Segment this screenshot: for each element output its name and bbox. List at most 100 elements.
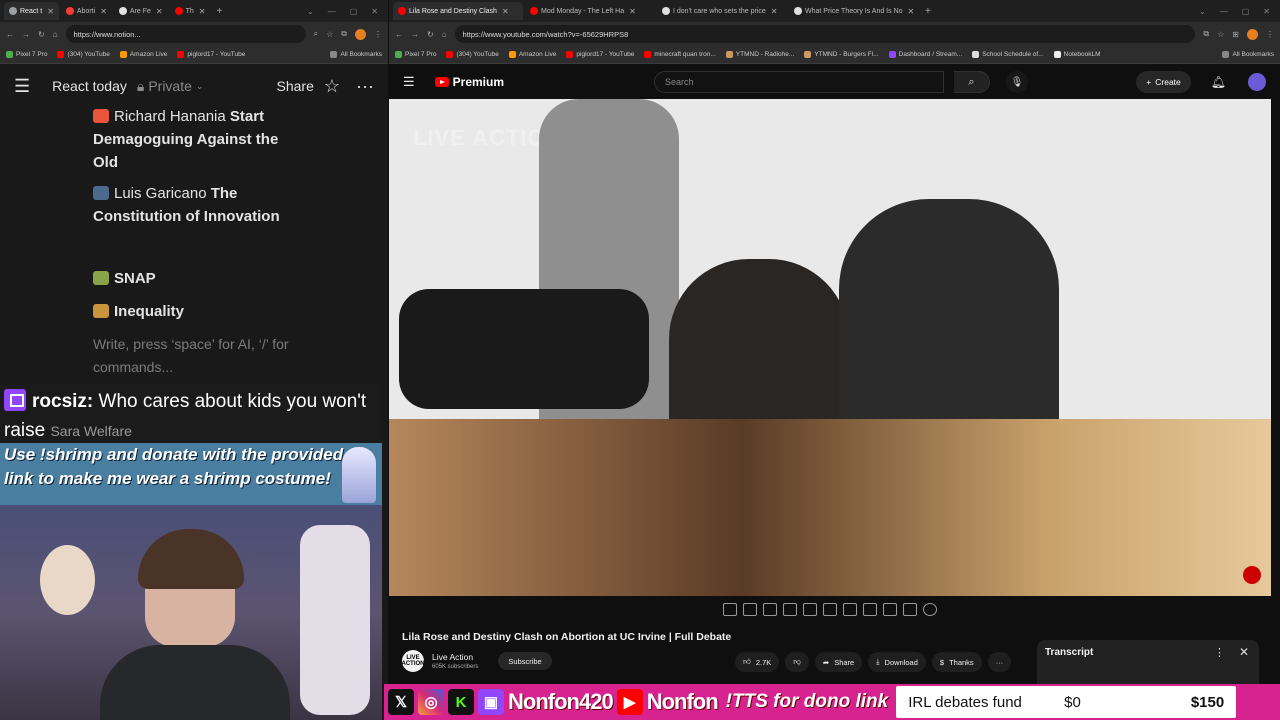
bookmark-item[interactable]: All Bookmarks bbox=[330, 51, 382, 58]
bookmark-item[interactable]: Pixel 7 Pro bbox=[395, 51, 436, 58]
back-icon[interactable]: ← bbox=[6, 30, 14, 39]
close-window-icon[interactable]: ✕ bbox=[1263, 7, 1270, 16]
forward-icon[interactable]: → bbox=[22, 30, 30, 39]
tab-abortion[interactable]: Aborti ✕ bbox=[61, 2, 112, 20]
transcript-menu-icon[interactable]: ⋮ bbox=[1214, 646, 1225, 659]
bookmark-item[interactable]: School Schedule of... bbox=[972, 51, 1044, 58]
download-button[interactable]: ⤓ Download bbox=[868, 652, 926, 672]
bookmark-item[interactable]: (304) YouTube bbox=[57, 51, 110, 58]
tab-mod-monday[interactable]: Mod Monday - The Left Ha ✕ bbox=[525, 2, 655, 20]
notion-placeholder[interactable]: Write, press ‘space’ for AI, ‘/’ for com… bbox=[93, 333, 293, 379]
hamburger-menu-icon[interactable]: ☰ bbox=[14, 76, 30, 97]
channel-name[interactable]: Live Action bbox=[432, 652, 478, 662]
account-avatar[interactable] bbox=[1248, 73, 1266, 91]
close-icon[interactable]: ✕ bbox=[1239, 645, 1249, 659]
share-button[interactable]: Share bbox=[277, 78, 314, 94]
close-icon[interactable]: ✕ bbox=[100, 7, 107, 16]
minimize-icon[interactable]: — bbox=[1220, 7, 1228, 16]
like-button[interactable]: 👍︎ 2.7K bbox=[735, 652, 780, 672]
youtube-logo[interactable]: Premium bbox=[434, 75, 504, 89]
close-icon[interactable]: ✕ bbox=[502, 7, 509, 16]
url-field[interactable]: https://www.notion... bbox=[65, 25, 306, 43]
close-icon[interactable]: ✕ bbox=[629, 7, 636, 16]
search-input[interactable]: Search bbox=[654, 71, 945, 93]
url-field[interactable]: https://www.youtube.com/watch?v=-65629HR… bbox=[454, 25, 1196, 43]
bookmark-star-icon[interactable]: ☆ bbox=[1217, 30, 1224, 39]
camera-icon[interactable] bbox=[903, 603, 917, 616]
pip-icon[interactable] bbox=[803, 603, 817, 616]
cinema-icon[interactable] bbox=[823, 603, 837, 616]
zoom-icon[interactable]: ⌕ bbox=[314, 29, 318, 39]
clip-icon[interactable] bbox=[883, 603, 897, 616]
new-tab-icon[interactable]: + bbox=[212, 6, 226, 17]
install-icon[interactable]: ⧉ bbox=[1203, 29, 1209, 39]
loop-icon[interactable] bbox=[723, 603, 737, 616]
bookmark-item[interactable]: Amazon Live bbox=[508, 51, 556, 58]
menu-icon[interactable]: ⋮ bbox=[1266, 30, 1274, 39]
tab-react-today[interactable]: React t ✕ bbox=[4, 2, 59, 20]
video-player[interactable]: LIVE ACTION bbox=[389, 99, 1271, 596]
page-title[interactable]: React today bbox=[52, 78, 127, 94]
speed-icon[interactable] bbox=[863, 603, 877, 616]
bookmark-item[interactable]: NotebookLM bbox=[1053, 51, 1101, 58]
home-icon[interactable]: ⌂ bbox=[53, 30, 58, 39]
subscribe-button[interactable]: Subscribe bbox=[498, 652, 552, 670]
bookmark-item[interactable]: YTMND - Radiohe... bbox=[725, 51, 794, 58]
profile-icon[interactable] bbox=[1247, 28, 1258, 40]
tab-lila-rose-video[interactable]: Lila Rose and Destiny Clash ✕ bbox=[393, 2, 523, 20]
subscribe-watermark-icon[interactable] bbox=[1243, 566, 1261, 584]
bookmark-item[interactable]: YTMND - Burgers Fl... bbox=[804, 51, 879, 58]
create-button[interactable]: + Create bbox=[1136, 71, 1191, 93]
new-tab-icon[interactable]: + bbox=[921, 6, 935, 17]
audio-icon[interactable] bbox=[743, 603, 757, 616]
reload-icon[interactable]: ↻ bbox=[38, 30, 45, 39]
extensions-icon[interactable]: ⧉ bbox=[341, 29, 347, 39]
subtitles-icon[interactable] bbox=[763, 603, 777, 616]
more-actions-button[interactable]: ··· bbox=[987, 652, 1012, 672]
extensions-icon[interactable]: ⊞ bbox=[1232, 30, 1239, 39]
close-icon[interactable]: ✕ bbox=[47, 7, 54, 16]
profile-icon[interactable] bbox=[355, 28, 366, 40]
notion-item-hanania[interactable]: Richard Hanania Start Demagoguing Agains… bbox=[93, 105, 293, 174]
close-window-icon[interactable]: ✕ bbox=[371, 7, 378, 16]
more-options-icon[interactable]: ··· bbox=[356, 76, 374, 97]
favorite-star-icon[interactable]: ☆ bbox=[324, 76, 340, 97]
bookmark-item[interactable]: (304) YouTube bbox=[446, 51, 499, 58]
tab-search-icon[interactable]: ⌄ bbox=[1199, 7, 1206, 16]
forward-icon[interactable]: → bbox=[411, 30, 419, 39]
notion-item-inequality[interactable]: Inequality bbox=[93, 300, 293, 323]
settings-gear-icon[interactable] bbox=[923, 603, 937, 616]
bookmark-item[interactable]: piglord17 - YouTube bbox=[566, 51, 634, 58]
maximize-icon[interactable]: ▢ bbox=[350, 7, 358, 16]
hamburger-menu-icon[interactable]: ☰ bbox=[403, 74, 415, 90]
bookmark-item[interactable]: Pixel 7 Pro bbox=[6, 51, 47, 58]
tab-search-icon[interactable]: ⌄ bbox=[307, 7, 314, 16]
tab-price-article[interactable]: I don't care who sets the price ✕ bbox=[657, 2, 787, 20]
close-icon[interactable]: ✕ bbox=[771, 7, 778, 16]
home-icon[interactable]: ⌂ bbox=[442, 30, 447, 39]
close-icon[interactable]: ✕ bbox=[908, 7, 915, 16]
bookmark-item[interactable]: minecraft quan tron... bbox=[644, 51, 716, 58]
bookmark-item[interactable]: Dashboard / Stream... bbox=[888, 51, 962, 58]
share-button[interactable]: ➦ Share bbox=[814, 652, 863, 672]
close-icon[interactable]: ✕ bbox=[199, 7, 206, 16]
miniplayer-icon[interactable] bbox=[843, 603, 857, 616]
minimize-icon[interactable]: — bbox=[328, 7, 336, 16]
bookmark-star-icon[interactable]: ☆ bbox=[326, 30, 333, 39]
dislike-button[interactable]: 👎︎ bbox=[785, 652, 809, 672]
maximize-icon[interactable]: ▢ bbox=[1242, 7, 1250, 16]
tab-are-fe[interactable]: Are Fe ✕ bbox=[114, 2, 168, 20]
notion-item-snap[interactable]: SNAP bbox=[93, 267, 293, 290]
notion-item-garicano[interactable]: Luis Garicano The Constitution of Innova… bbox=[93, 182, 293, 228]
tab-th[interactable]: Th ✕ bbox=[170, 2, 211, 20]
menu-icon[interactable]: ⋮ bbox=[374, 30, 382, 39]
privacy-selector[interactable]: 🔒︎ Private ⌄ bbox=[137, 78, 204, 95]
bookmark-item[interactable]: Amazon Live bbox=[119, 51, 167, 58]
reload-icon[interactable]: ↻ bbox=[427, 30, 434, 39]
search-button[interactable]: ⌕ bbox=[954, 71, 991, 93]
notifications-bell-icon[interactable]: 🔔︎ bbox=[1211, 75, 1226, 89]
screenshot-icon[interactable] bbox=[783, 603, 797, 616]
bookmark-item[interactable]: piglord17 - YouTube bbox=[177, 51, 245, 58]
voice-search-button[interactable]: 🎙︎ bbox=[1006, 71, 1029, 93]
tab-price-theory[interactable]: What Price Theory Is And Is No ✕ bbox=[789, 2, 919, 20]
